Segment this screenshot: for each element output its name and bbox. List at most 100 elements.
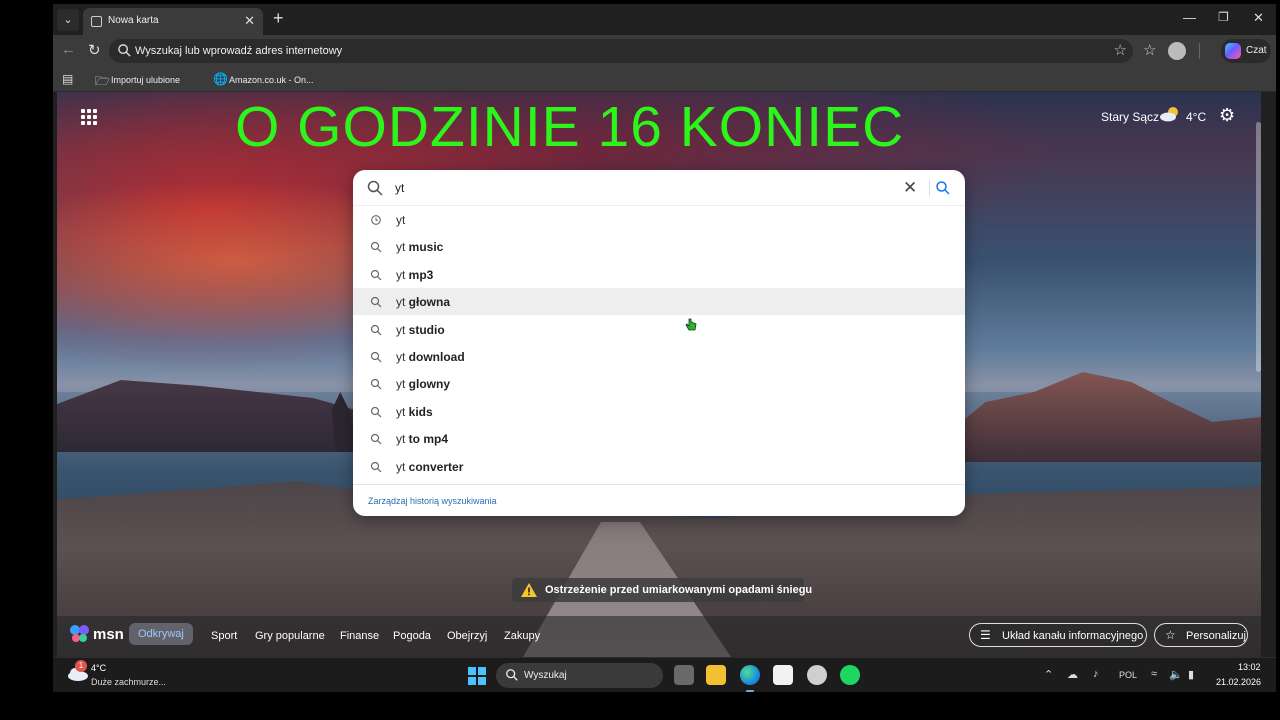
suggestion-completion: converter bbox=[405, 459, 464, 474]
restore-icon[interactable]: ❐ bbox=[1218, 10, 1229, 24]
language-indicator[interactable]: POL bbox=[1119, 670, 1137, 680]
suggestion-item[interactable]: yt glowny bbox=[353, 370, 965, 397]
nav-obejrzyj[interactable]: Obejrzyj bbox=[447, 630, 487, 642]
tab-new-tab[interactable]: Nowa karta ✕ bbox=[83, 8, 263, 35]
collections-icon[interactable]: ▤ bbox=[62, 72, 73, 86]
search-icon bbox=[370, 461, 382, 473]
new-tab-page: O GODZINIE 16 KONIEC Stary Sącz 4°C ⚙ ✕ … bbox=[57, 92, 1261, 657]
suggestion-item[interactable]: yt music bbox=[353, 233, 965, 260]
taskbar-search[interactable]: Wyszukaj bbox=[496, 663, 663, 688]
weather-alert[interactable]: Ostrzeżenie przed umiarkowanymi opadami … bbox=[512, 578, 812, 602]
chrome-notification-icon[interactable] bbox=[807, 665, 827, 685]
new-tab-plus-icon[interactable]: + bbox=[273, 8, 284, 29]
feed-layout-button[interactable]: ☰ Układ kanału informacyjnego bbox=[969, 623, 1147, 647]
task-view-icon[interactable] bbox=[674, 665, 694, 685]
search-submit-icon[interactable] bbox=[935, 180, 951, 196]
copilot-icon bbox=[1225, 43, 1241, 59]
wifi-icon[interactable]: ≈ bbox=[1151, 668, 1157, 680]
feed-layout-label: Układ kanału informacyjnego bbox=[1002, 630, 1144, 642]
search-divider bbox=[929, 180, 930, 196]
refresh-icon[interactable]: ↻ bbox=[88, 41, 101, 59]
suggestion-item[interactable]: yt to mp4 bbox=[353, 425, 965, 452]
suggestion-completion: to mp4 bbox=[405, 432, 449, 447]
address-bar[interactable]: Wyszukaj lub wprowadź adres internetowy … bbox=[109, 39, 1133, 63]
suggestion-prefix: yt bbox=[396, 267, 406, 282]
spotify-icon[interactable] bbox=[840, 665, 860, 685]
weather-city[interactable]: Stary Sącz bbox=[1101, 110, 1159, 124]
search-icon bbox=[370, 242, 382, 253]
gear-icon[interactable]: ⚙ bbox=[1219, 105, 1235, 126]
clock-date[interactable]: 21.02.2026 bbox=[1216, 677, 1261, 687]
favorites-bar: ▤ 🗁 Importuj ulubione 🌐 Amazon.co.uk - O… bbox=[53, 67, 1276, 92]
battery-icon[interactable]: ▮ bbox=[1188, 668, 1194, 681]
back-arrow-icon[interactable]: ← bbox=[61, 41, 76, 58]
suggestion-item[interactable]: yt studio bbox=[353, 316, 965, 343]
nav-gry-popularne[interactable]: Gry popularne bbox=[255, 630, 325, 642]
suggestion-item[interactable]: yt download bbox=[353, 343, 965, 370]
onedrive-cloud-icon[interactable]: ☁ bbox=[1067, 668, 1078, 681]
window-close-icon[interactable]: ✕ bbox=[1253, 10, 1264, 26]
volume-icon[interactable]: 🔈 bbox=[1169, 668, 1183, 681]
manage-search-history-link[interactable]: Zarządzaj historią wyszukiwania bbox=[368, 496, 497, 506]
microphone-icon[interactable]: ♪ bbox=[1093, 668, 1099, 680]
close-tab-icon[interactable]: ✕ bbox=[244, 13, 255, 29]
search-icon bbox=[370, 351, 382, 363]
msn-logo-text[interactable]: msn bbox=[93, 626, 124, 643]
clear-search-icon[interactable]: ✕ bbox=[903, 178, 917, 198]
personalize-button[interactable]: ☆ Personalizuj bbox=[1154, 623, 1248, 647]
suggestion-item[interactable]: yt bbox=[353, 206, 965, 233]
taskbar-weather-temp[interactable]: 4°C bbox=[91, 663, 106, 673]
browser-window: ⌄ Nowa karta ✕ + — ❐ ✕ ← ↻ Wyszukaj lub … bbox=[53, 4, 1276, 692]
tab-actions-chevron-icon[interactable]: ⌄ bbox=[57, 9, 79, 31]
address-placeholder: Wyszukaj lub wprowadź adres internetowy bbox=[135, 45, 343, 57]
suggestion-prefix: yt bbox=[396, 213, 406, 227]
nav-sport[interactable]: Sport bbox=[211, 630, 237, 642]
nav-pogoda[interactable]: Pogoda bbox=[393, 630, 431, 642]
add-favorite-star-icon[interactable]: ☆ bbox=[1114, 41, 1127, 59]
taskbar-weather-condition[interactable]: Duże zachmurze... bbox=[91, 677, 166, 687]
weather-temp[interactable]: 4°C bbox=[1186, 110, 1206, 124]
suggestion-text: yt to mp4 bbox=[396, 432, 448, 446]
search-panel-footer: Zarządzaj historią wyszukiwania bbox=[353, 484, 965, 516]
profile-avatar[interactable] bbox=[1168, 42, 1186, 60]
suggestion-prefix: yt bbox=[396, 350, 406, 364]
page-scrollbar[interactable] bbox=[1256, 122, 1261, 372]
nav-odkrywaj[interactable]: Odkrywaj bbox=[129, 623, 193, 645]
clock-time[interactable]: 13:02 bbox=[1238, 662, 1261, 672]
suggestion-text: yt glowny bbox=[396, 377, 450, 391]
suggestion-text: yt studio bbox=[396, 323, 445, 337]
suggestion-item[interactable]: yt converter bbox=[353, 453, 965, 480]
folder-import-icon: 🗁 bbox=[95, 74, 110, 88]
suggestion-item[interactable]: yt kids bbox=[353, 398, 965, 425]
suggestion-item[interactable]: yt mp3 bbox=[353, 261, 965, 288]
favorite-import[interactable]: Importuj ulubione bbox=[111, 75, 180, 85]
suggestion-completion: download bbox=[405, 350, 465, 364]
windows-start-icon[interactable] bbox=[468, 667, 486, 685]
taskbar-search-label: Wyszukaj bbox=[524, 670, 567, 681]
suggestion-prefix: yt bbox=[396, 404, 406, 419]
store-icon[interactable] bbox=[773, 665, 793, 685]
nav-finanse[interactable]: Finanse bbox=[340, 630, 379, 642]
search-icon bbox=[367, 180, 383, 196]
minimize-icon[interactable]: — bbox=[1183, 10, 1196, 25]
copilot-chat-button[interactable]: Czat bbox=[1221, 39, 1271, 63]
edge-browser-icon[interactable] bbox=[740, 665, 760, 692]
suggestion-prefix: yt bbox=[396, 295, 406, 310]
tray-chevron-up-icon[interactable]: ⌃ bbox=[1044, 668, 1053, 681]
apps-grid-icon[interactable] bbox=[81, 109, 97, 125]
suggestion-prefix: yt bbox=[396, 459, 406, 474]
suggestion-text: yt mp3 bbox=[396, 268, 433, 282]
search-panel: ✕ ytyt musicyt mp3yt głownayt studioyt d… bbox=[353, 170, 965, 516]
file-explorer-icon[interactable] bbox=[706, 665, 726, 685]
globe-icon: 🌐 bbox=[213, 72, 228, 86]
search-input[interactable] bbox=[395, 179, 895, 197]
suggestion-completion: studio bbox=[405, 322, 445, 337]
nav-zakupy[interactable]: Zakupy bbox=[504, 630, 540, 642]
suggestion-item[interactable]: yt głowna bbox=[353, 288, 965, 316]
favorites-icon[interactable]: ☆ bbox=[1143, 41, 1156, 59]
suggestion-text: yt kids bbox=[396, 405, 433, 419]
suggestion-prefix: yt bbox=[396, 377, 406, 392]
partly-cloudy-icon bbox=[1160, 107, 1178, 122]
msn-nav-bar: msn Odkrywaj Sport Gry popularne Finanse… bbox=[57, 616, 1261, 657]
favorite-amazon[interactable]: Amazon.co.uk - On... bbox=[229, 75, 314, 85]
